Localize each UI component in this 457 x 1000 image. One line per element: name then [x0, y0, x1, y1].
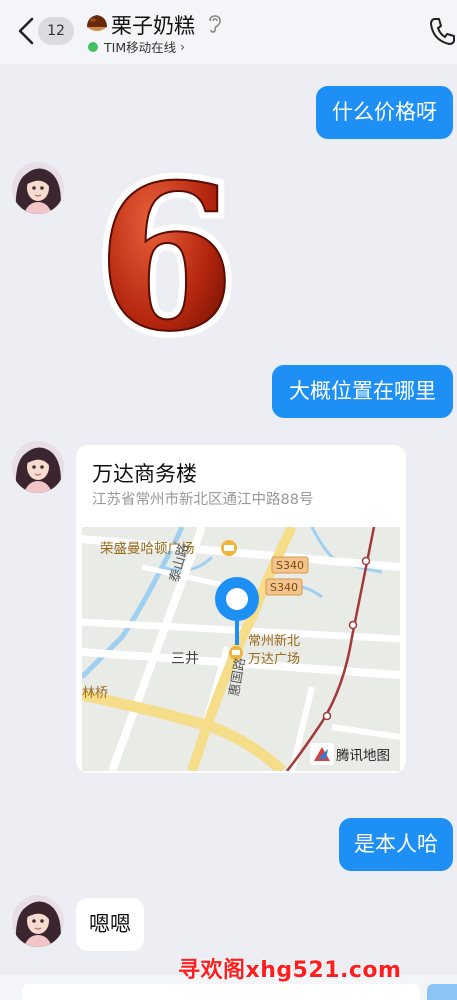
contact-name[interactable]: 栗子奶糕 — [111, 10, 195, 40]
ear-icon[interactable] — [206, 14, 222, 34]
send-button[interactable] — [427, 984, 457, 1000]
map-provider-logo-icon — [310, 743, 334, 765]
map-provider-label: 腾讯地图 — [336, 747, 390, 764]
location-map[interactable]: 荣盛曼哈顿广场 泰山路 S340 S340 常州新北 万达广场 三井 林桥 惠国… — [82, 527, 400, 771]
back-arrow-icon[interactable] — [14, 16, 40, 46]
contact-avatar[interactable] — [12, 162, 64, 214]
location-address: 江苏省常州市新北区通江中路88号 — [92, 492, 314, 508]
watermark: 寻欢阁xhg521.com — [178, 958, 402, 983]
number-six-sticker[interactable]: 6 6 — [78, 160, 253, 345]
map-label-poi: 万达广场 — [248, 652, 300, 667]
chestnut-emoji-icon — [87, 15, 107, 31]
road-shield-label: S340 — [276, 559, 304, 572]
map-label-poi: 常州新北 — [248, 633, 300, 649]
sticker-text: 6 — [96, 160, 235, 345]
location-card[interactable]: 万达商务楼 江苏省常州市新北区通江中路88号 荣盛曼哈顿广场 泰山路 S340 … — [76, 445, 406, 773]
message-bubble-outgoing[interactable]: 大概位置在哪里 — [272, 365, 453, 418]
mall-marker-glyph — [224, 545, 234, 551]
online-status[interactable]: TIM移动在线 › — [88, 37, 185, 56]
location-name: 万达商务楼 — [92, 462, 197, 486]
message-bubble-incoming[interactable]: 嗯嗯 — [76, 898, 144, 951]
message-input[interactable] — [22, 984, 420, 1000]
chevron-right-icon: › — [180, 39, 185, 54]
message-bubble-outgoing[interactable]: 什么价格呀 — [316, 86, 453, 139]
map-label-area: 林桥 — [82, 686, 108, 701]
phone-icon[interactable] — [428, 16, 456, 46]
road-shield-label: S340 — [270, 581, 298, 594]
map-label-area: 三井 — [171, 651, 199, 667]
chat-header: 12 栗子奶糕 TIM移动在线 › — [0, 0, 457, 64]
unread-count-badge[interactable]: 12 — [38, 17, 74, 45]
mall-marker-glyph — [232, 650, 240, 655]
online-dot-icon — [88, 41, 98, 52]
status-text: TIM移动在线 — [104, 40, 177, 55]
contact-avatar[interactable] — [12, 441, 64, 493]
message-bubble-outgoing[interactable]: 是本人哈 — [339, 818, 453, 871]
contact-avatar[interactable] — [12, 895, 64, 947]
